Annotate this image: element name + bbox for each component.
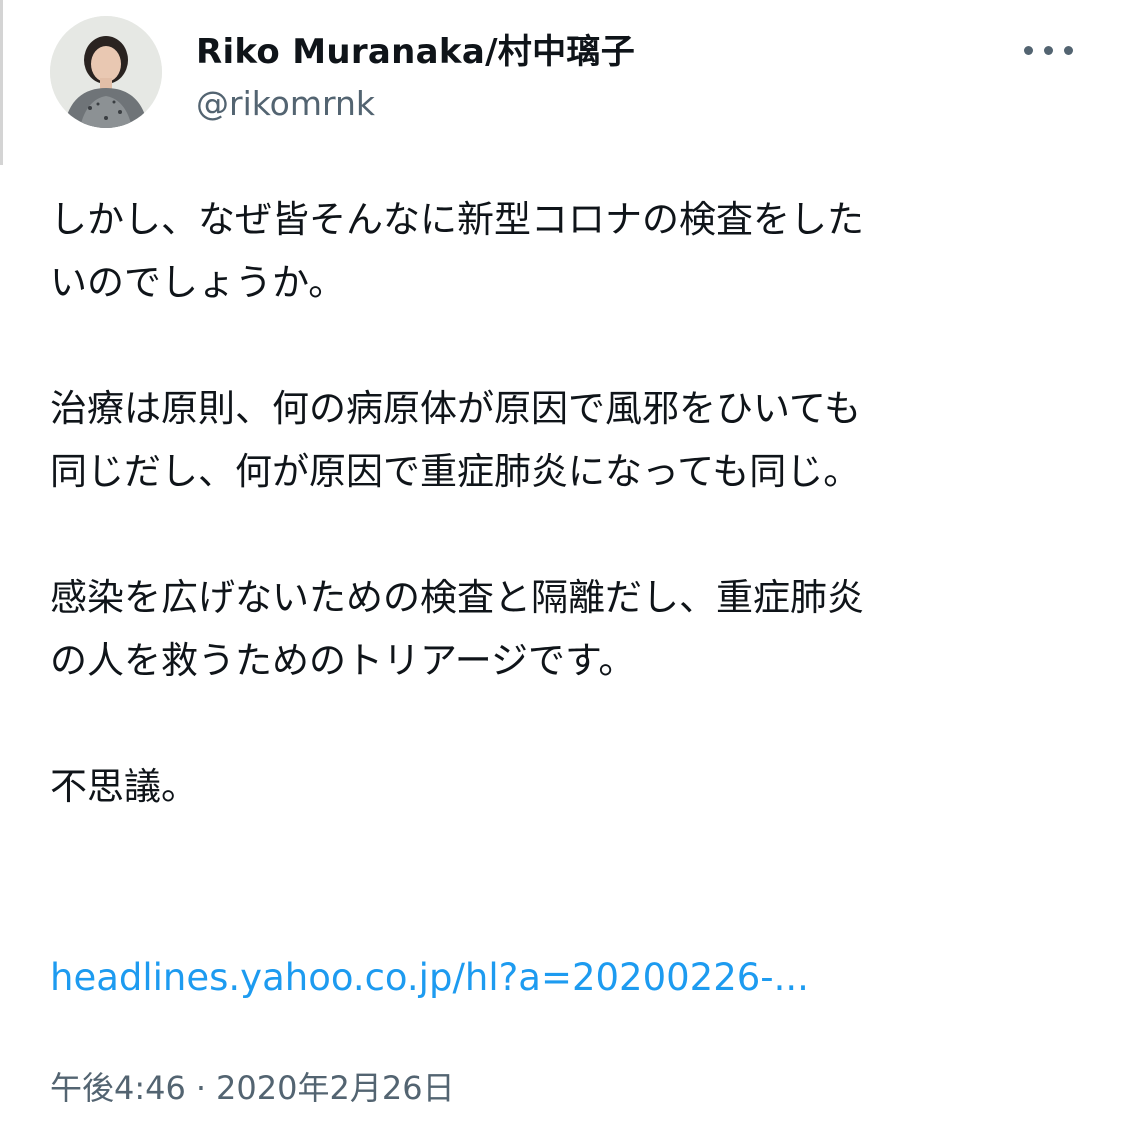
more-dot [1064,46,1073,55]
avatar-image [50,16,162,128]
tweet-line: しかし、なぜ皆そんなに新型コロナの検査をした [50,198,864,241]
tweet-timestamp[interactable]: 午後4:46 · 2020年2月26日 [50,1060,455,1116]
avatar[interactable] [50,16,162,128]
author-handle[interactable]: @rikomrnk [196,84,375,123]
edge-divider [0,0,3,165]
article-link[interactable]: headlines.yahoo.co.jp/hl?a=20200226-... [50,948,809,1008]
more-dot [1044,46,1053,55]
tweet-line: いのでしょうか。 [50,261,346,304]
tweet-line: 不思議。 [50,765,198,808]
tweet-paragraph: 治療は原則、何の病原体が原因で風邪をひいても 同じだし、何が原因で重症肺炎になっ… [50,377,1080,503]
tweet-date: 2020年2月26日 [216,1069,455,1107]
tweet-line: 同じだし、何が原因で重症肺炎になっても同じ。 [50,450,861,493]
tweet-line: の人を救うためのトリアージです。 [50,639,636,682]
author-display-name[interactable]: Riko Muranaka/村中璃子 [196,24,635,73]
more-dot [1024,46,1033,55]
more-horizontal-icon[interactable] [1020,34,1080,64]
tweet-line: 感染を広げないための検査と隔離だし、重症肺炎 [50,576,864,619]
tweet-text: しかし、なぜ皆そんなに新型コロナの検査をした いのでしょうか。 治療は原則、何の… [50,188,1080,881]
tweet-paragraph: 感染を広げないための検査と隔離だし、重症肺炎 の人を救うためのトリアージです。 [50,566,1080,692]
tweet-header: Riko Muranaka/村中璃子 @rikomrnk [50,16,1080,136]
tweet-line: 治療は原則、何の病原体が原因で風邪をひいても [50,387,862,430]
tweet-paragraph: 不思議。 [50,755,1080,818]
tweet-time: 午後4:46 [50,1069,186,1107]
tweet-paragraph: しかし、なぜ皆そんなに新型コロナの検査をした いのでしょうか。 [50,188,1080,314]
timestamp-separator: · [195,1069,207,1107]
